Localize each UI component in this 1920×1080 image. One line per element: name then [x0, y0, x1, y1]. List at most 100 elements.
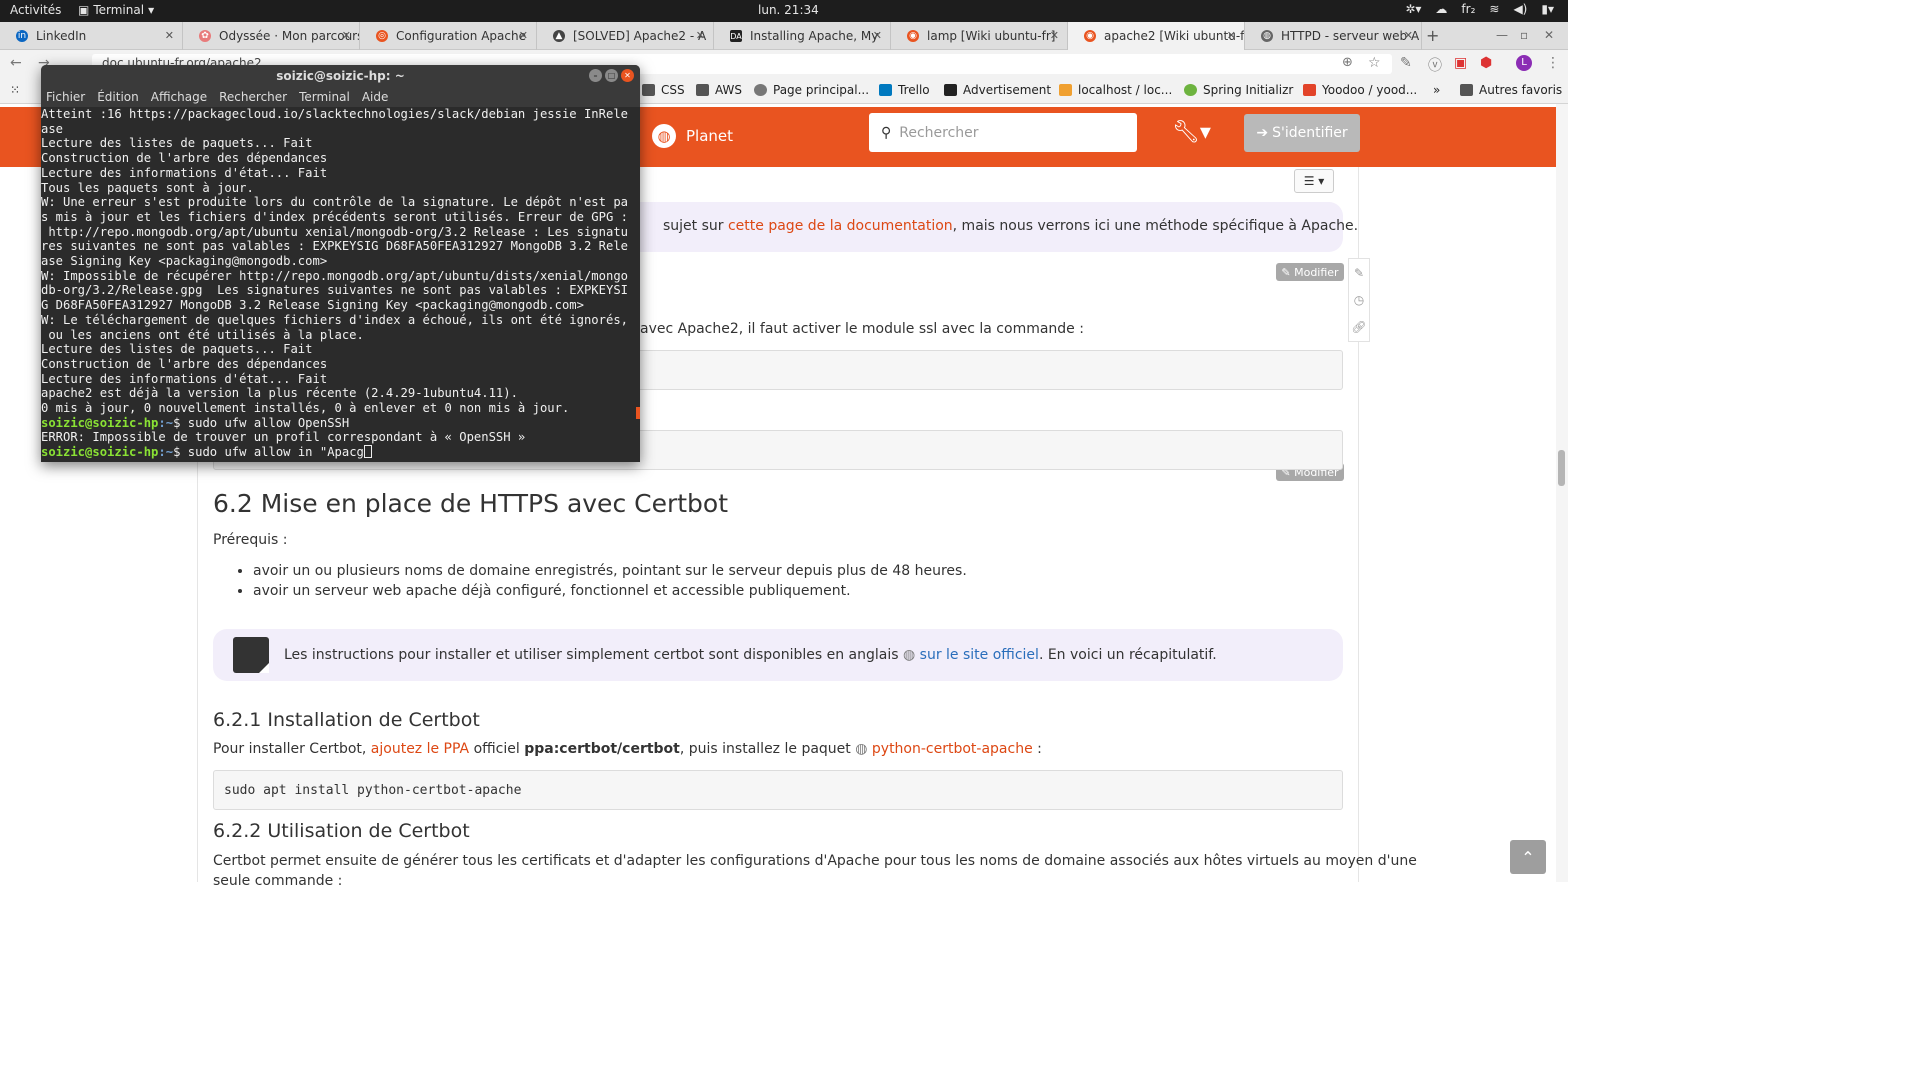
close-icon[interactable]: ✕	[519, 29, 528, 42]
browser-tab[interactable]: ◎ Configuration Apache ✕	[360, 22, 537, 50]
bookmarks-overflow[interactable]: »	[1433, 83, 1440, 97]
terminal-output[interactable]: Atteint :16 https://packagecloud.io/slac…	[41, 107, 640, 462]
output-line: ase Signing Key <packaging@mongodb.com>	[41, 254, 328, 269]
bookmark-star-icon[interactable]: ☆	[1368, 55, 1381, 71]
maximize-icon[interactable]: □	[605, 69, 618, 82]
cloud-icon[interactable]: ☁	[1435, 2, 1447, 16]
edit-icon[interactable]: ✎	[1354, 266, 1364, 280]
prereq-list: avoir un ou plusieurs noms de domaine en…	[253, 561, 967, 601]
tools-menu-icon[interactable]: 🔧︎▾	[1172, 120, 1211, 145]
output-line: G D68FA50FEA312927 MongoDB 3.2 Release S…	[41, 298, 584, 313]
nav-planet[interactable]: ◍ Planet	[652, 124, 733, 148]
accessibility-icon[interactable]: ✲▾	[1405, 2, 1421, 16]
browser-tab[interactable]: in LinkedIn ✕	[0, 22, 183, 50]
chevron-down-icon: ▾	[148, 3, 155, 17]
browser-tab-active[interactable]: ◉ apache2 [Wiki ubuntu-fr] ✕	[1068, 22, 1245, 50]
bookmark-item[interactable]: Spring Initializr	[1184, 83, 1293, 97]
bookmark-item[interactable]: Page principal...	[754, 83, 869, 97]
other-bookmarks[interactable]: Autres favoris	[1460, 83, 1562, 97]
official-site-link[interactable]: sur le site officiel	[920, 647, 1039, 663]
link-icon[interactable]: 🔗︎	[1351, 320, 1366, 334]
output-line: Lecture des informations d'état... Fait	[41, 165, 328, 180]
edit-section-button[interactable]: ✎ Modifier	[1276, 263, 1344, 281]
window-controls: – □ ✕	[589, 69, 634, 82]
menu-fichier[interactable]: Fichier	[46, 90, 85, 104]
package-link[interactable]: python-certbot-apache	[872, 741, 1033, 757]
back-icon[interactable]: ←	[10, 55, 22, 71]
extension-icon[interactable]: ▣	[1454, 55, 1467, 71]
close-icon[interactable]: ✕	[873, 29, 882, 42]
tab-title: lamp [Wiki ubuntu-fr]	[927, 29, 1056, 43]
browser-tab[interactable]: ◍ HTTPD - serveur web A ✕	[1245, 22, 1422, 50]
menu-rechercher[interactable]: Rechercher	[219, 90, 287, 104]
toc-toggle-button[interactable]: ☰ ▾	[1294, 169, 1334, 193]
bookmark-item[interactable]: localhost / loc...	[1059, 83, 1172, 97]
browser-tab[interactable]: DA Installing Apache, My ✕	[714, 22, 891, 50]
browser-tab[interactable]: ✿ Odyssée · Mon parcours ✕	[183, 22, 360, 50]
output-line: Lecture des listes de paquets... Fait	[41, 136, 313, 151]
close-icon[interactable]: ✕	[621, 69, 634, 82]
page-scrollbar[interactable]	[1556, 104, 1568, 882]
output-line: ou les anciens ont été utilisés à la pla…	[41, 327, 364, 342]
language-indicator[interactable]: fr₂	[1461, 2, 1475, 16]
minimize-icon[interactable]: —	[1496, 28, 1508, 42]
maximize-icon[interactable]: ▫	[1520, 28, 1528, 42]
bookmark-item[interactable]: AWS	[696, 83, 742, 97]
search-input[interactable]: ⚲ Rechercher	[869, 113, 1137, 152]
scrollbar-thumb[interactable]	[1558, 450, 1565, 486]
clock[interactable]: lun. 21:34	[758, 3, 819, 17]
close-icon[interactable]: ✕	[1050, 29, 1059, 42]
error-line: ERROR: Impossible de trouver un profil c…	[41, 430, 526, 445]
minimize-icon[interactable]: –	[589, 69, 602, 82]
system-tray[interactable]: ✲▾ ☁ fr₂ ≋ ◀) ▮▾	[1405, 2, 1554, 16]
browser-tab[interactable]: ▲ [SOLVED] Apache2 - A ✕	[537, 22, 714, 50]
terminal-scrollbar[interactable]	[636, 407, 640, 419]
adblock-icon[interactable]: ⬢	[1480, 55, 1492, 71]
history-icon[interactable]: ◷	[1354, 293, 1364, 307]
globe-icon: ◍	[1261, 30, 1273, 42]
gitlab-icon	[1303, 84, 1316, 96]
ppa-name: ppa:certbot/certbot	[524, 741, 680, 757]
bookmark-item[interactable]: Trello	[879, 83, 930, 97]
doc-link[interactable]: cette page de la documentation	[728, 218, 953, 234]
terminal-window[interactable]: soizic@soizic-hp: ~ – □ ✕ Fichier Éditio…	[41, 65, 640, 462]
close-icon[interactable]: ✕	[165, 29, 174, 42]
note-text: sujet sur cette page de la documentation…	[663, 218, 1358, 234]
menu-aide[interactable]: Aide	[362, 90, 389, 104]
browser-tab[interactable]: ◉ lamp [Wiki ubuntu-fr] ✕	[891, 22, 1068, 50]
battery-icon: ▮▾	[1541, 2, 1554, 16]
note-text: Les instructions pour installer et utili…	[284, 647, 1217, 663]
bookmark-item[interactable]: Advertisement	[944, 83, 1051, 97]
close-icon[interactable]: ✕	[696, 29, 705, 42]
close-icon[interactable]: ✕	[342, 29, 351, 42]
menu-edition[interactable]: Édition	[97, 90, 139, 104]
zoom-icon[interactable]: ⊕	[1342, 55, 1353, 70]
bookmark-item[interactable]: Yoodoo / yood...	[1303, 83, 1417, 97]
ppa-link[interactable]: ajoutez le PPA	[371, 741, 469, 757]
login-button[interactable]: ➔ S'identifier	[1244, 114, 1360, 152]
back-to-top-button[interactable]: ⌃	[1510, 840, 1546, 874]
new-tab-button[interactable]: +	[1426, 26, 1439, 45]
close-icon[interactable]: ✕	[1404, 29, 1413, 42]
profile-avatar[interactable]: L	[1516, 55, 1532, 71]
close-window-icon[interactable]: ✕	[1544, 28, 1554, 42]
globe-icon	[754, 84, 767, 96]
odyssee-icon: ✿	[199, 30, 211, 42]
menu-icon[interactable]: ⋮	[1546, 55, 1560, 71]
output-line: W: Impossible de récupérer http://repo.m…	[41, 268, 628, 283]
vivaldi-icon[interactable]: ⓥ	[1428, 55, 1442, 75]
apps-icon[interactable]: ⁙	[10, 83, 20, 97]
wifi-icon: ≋	[1489, 2, 1500, 16]
output-line: W: Une erreur s'est produite lors du con…	[41, 195, 628, 210]
app-menu[interactable]: ▣ Terminal ▾	[78, 3, 154, 17]
command-input[interactable]: sudo ufw allow in "Apacg	[188, 445, 364, 459]
close-icon[interactable]: ✕	[1227, 29, 1236, 42]
list-item: avoir un ou plusieurs noms de domaine en…	[253, 561, 967, 581]
output-line: Construction de l'arbre des dépendances	[41, 151, 328, 166]
bookmark-item[interactable]: CSS	[642, 83, 685, 97]
extension-icon[interactable]: ✎	[1400, 55, 1412, 71]
menu-terminal[interactable]: Terminal	[299, 90, 350, 104]
terminal-titlebar[interactable]: soizic@soizic-hp: ~ – □ ✕	[41, 65, 640, 87]
activities-button[interactable]: Activités	[10, 3, 61, 17]
menu-affichage[interactable]: Affichage	[151, 90, 207, 104]
